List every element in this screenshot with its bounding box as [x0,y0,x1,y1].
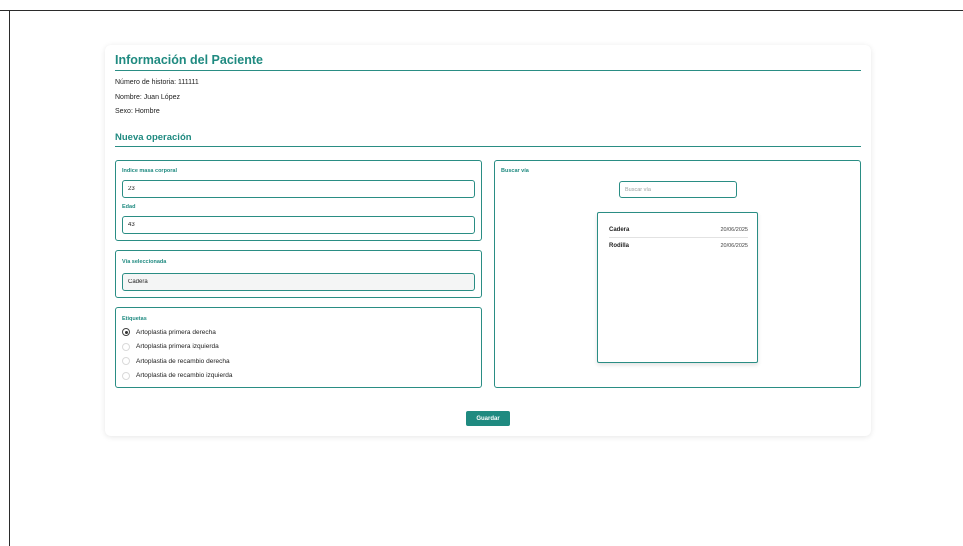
bmi-label: Indice masa corporal [122,168,178,174]
result-date: 20/06/2025 [720,242,748,249]
tag-option[interactable]: Artoplastia primera derecha [122,326,216,338]
age-input[interactable] [122,216,475,234]
radio-unchecked-icon[interactable] [122,357,130,365]
measurements-panel: Indice masa corporal Edad [115,160,482,241]
tags-label: Etiquetas [122,316,147,322]
search-route-panel: Buscar vía Cadera 20/06/2025 Rodilla 20/06/… [494,160,861,388]
tag-option-label: Artoplastia de recambio izquierda [136,372,233,379]
patient-card: Información del Paciente Número de histo… [105,45,871,436]
tag-option[interactable]: Artoplastia primera izquierda [122,341,219,353]
search-results-list: Cadera 20/06/2025 Rodilla 20/06/2025 [597,212,758,363]
history-number: Número de historia: 111111 [115,79,199,86]
radio-unchecked-icon[interactable] [122,342,130,351]
search-route-label: Buscar vía [501,168,529,174]
selected-route-panel: Vía seleccionada [115,250,482,298]
patient-name: Nombre: Juan López [115,94,180,101]
search-result-item[interactable]: Rodilla 20/06/2025 [609,238,748,253]
selected-route-label: Vía seleccionada [122,259,167,265]
patient-sex: Sexo: Hombre [115,108,160,115]
bmi-input[interactable] [122,180,475,198]
tags-panel: Etiquetas Artoplastia primera derecha Art… [115,307,482,388]
search-result-item[interactable]: Cadera 20/06/2025 [609,222,748,238]
radio-checked-icon[interactable] [122,328,130,336]
search-route-input[interactable] [619,181,737,198]
result-date: 20/06/2025 [720,226,748,233]
result-name: Cadera [609,226,630,233]
age-label: Edad [122,204,136,210]
save-button[interactable]: Guardar [466,411,510,426]
new-operation-title: Nueva operación [115,132,192,143]
result-name: Rodilla [609,242,630,249]
tag-option[interactable]: Artoplastia de recambio derecha [122,355,230,367]
patient-info-title: Información del Paciente [115,53,263,67]
title-divider [115,70,861,71]
window-border-left [9,10,10,546]
selected-route-field [122,273,475,291]
tag-option-label: Artoplastia primera derecha [136,328,216,336]
tag-option-label: Artoplastia de recambio derecha [136,357,230,365]
tag-option[interactable]: Artoplastia de recambio izquierda [122,370,232,382]
radio-unchecked-icon[interactable] [122,371,130,380]
tag-option-label: Artoplastia primera izquierda [136,343,219,350]
window-border-top [0,10,963,11]
subtitle-divider [115,146,861,147]
